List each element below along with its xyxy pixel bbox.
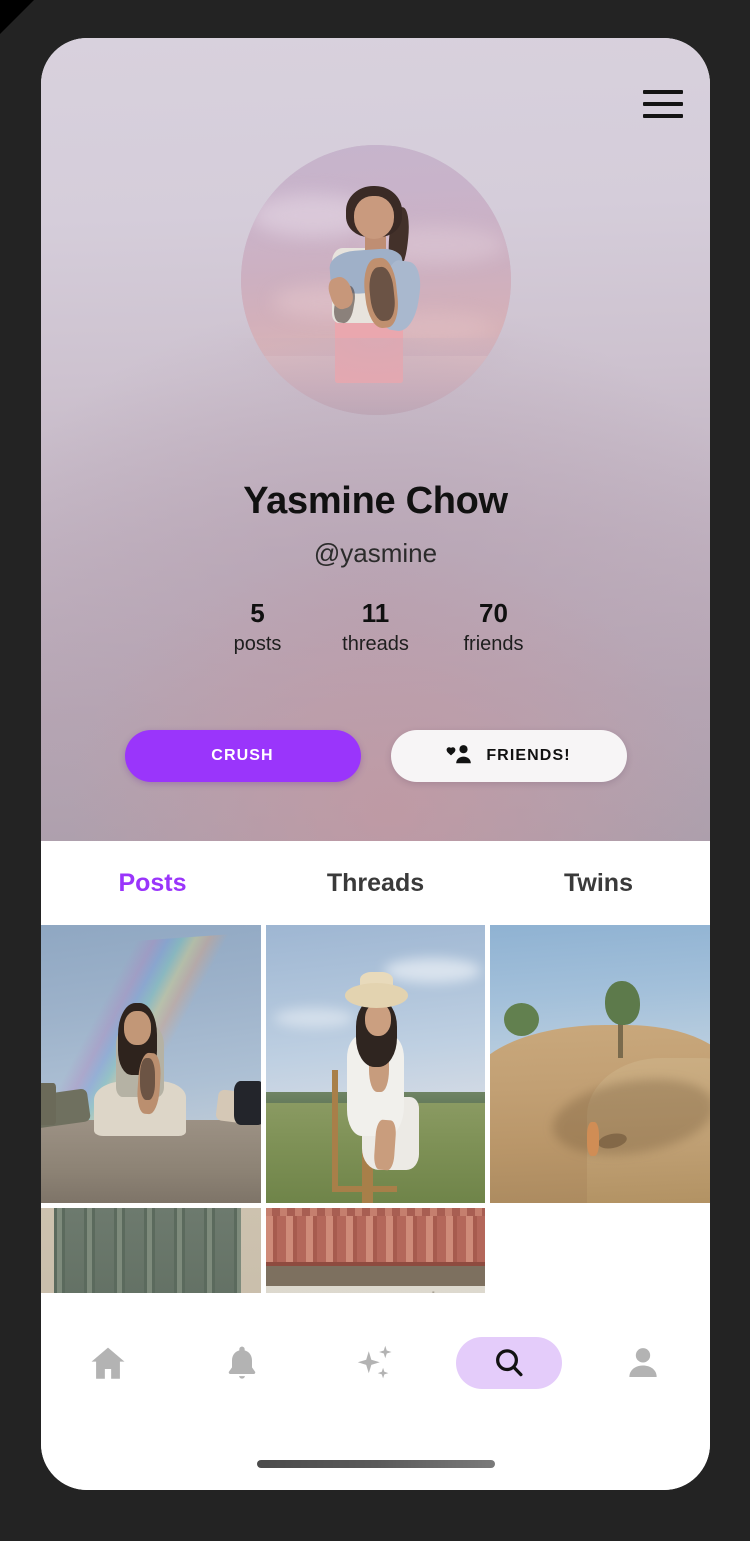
phone-screen: Yasmine Chow @yasmine 5 posts 11 threads…: [41, 38, 710, 1490]
photo-grid: [41, 925, 710, 1293]
nav-home[interactable]: [41, 1328, 175, 1398]
search-active-pill[interactable]: [456, 1337, 563, 1389]
crush-button[interactable]: CRUSH: [124, 730, 361, 782]
menu-bar: [643, 90, 683, 94]
photo-layer: [604, 980, 640, 1026]
menu-bar: [643, 114, 683, 118]
grid-photo-5[interactable]: [265, 1208, 486, 1293]
stat-friends[interactable]: 70 friends: [435, 596, 553, 657]
profile-actions: CRUSH FRIENDS!: [41, 730, 710, 782]
frame-corner-notch: [0, 0, 34, 34]
search-icon: [492, 1346, 526, 1380]
stat-threads[interactable]: 11 threads: [317, 596, 435, 657]
home-icon: [87, 1342, 129, 1384]
grid-photo-3[interactable]: [490, 925, 710, 1203]
tab-twins[interactable]: Twins: [487, 869, 710, 898]
nav-sparkle[interactable]: [309, 1328, 443, 1398]
device-frame: Yasmine Chow @yasmine 5 posts 11 threads…: [0, 0, 750, 1541]
stat-value: 11: [361, 598, 390, 628]
photo-layer: [41, 1083, 57, 1126]
profile-header: Yasmine Chow @yasmine 5 posts 11 threads…: [41, 38, 710, 841]
photo-layer: [265, 1216, 486, 1267]
hamburger-menu-icon[interactable]: [640, 86, 686, 122]
avatar[interactable]: [240, 145, 511, 415]
photo-layer: [586, 1122, 600, 1156]
friends-button[interactable]: FRIENDS!: [390, 730, 627, 782]
user-handle: @yasmine: [313, 538, 438, 568]
grid-photo-2[interactable]: [265, 925, 486, 1203]
photo-layer: [274, 1008, 354, 1028]
photo-layer: [234, 1080, 261, 1126]
person-icon: [623, 1343, 663, 1383]
stats-row: 5 posts 11 threads 70 friends: [41, 596, 710, 657]
stat-label: posts: [233, 633, 282, 656]
photo-layer: [139, 1058, 156, 1101]
tab-threads[interactable]: Threads: [264, 869, 487, 898]
stat-label: friends: [463, 633, 524, 656]
sparkles-icon: [353, 1341, 397, 1385]
stat-value: 5: [250, 598, 265, 628]
stat-label: threads: [342, 633, 409, 656]
tab-posts[interactable]: Posts: [41, 869, 264, 898]
stat-posts[interactable]: 5 posts: [199, 596, 317, 657]
home-indicator[interactable]: [256, 1460, 495, 1468]
page-title: Yasmine Chow: [243, 480, 508, 522]
bell-icon: [222, 1343, 262, 1383]
stat-value: 70: [479, 598, 508, 628]
photo-layer: [503, 1002, 539, 1037]
photo-layer: [124, 1011, 151, 1045]
friends-button-label: FRIENDS!: [486, 747, 571, 764]
grid-photo-4[interactable]: [41, 1208, 261, 1293]
photo-layer: [54, 1208, 241, 1293]
nav-search[interactable]: [442, 1328, 576, 1398]
people-heart-icon: [446, 744, 472, 769]
nav-profile[interactable]: [576, 1328, 710, 1398]
photo-layer: [265, 1285, 486, 1293]
nav-alerts[interactable]: [175, 1328, 309, 1398]
photo-layer: [265, 1266, 486, 1286]
grid-photo-1[interactable]: [41, 925, 261, 1203]
menu-bar: [643, 102, 683, 106]
profile-tabs: Posts Threads Twins: [41, 841, 710, 925]
